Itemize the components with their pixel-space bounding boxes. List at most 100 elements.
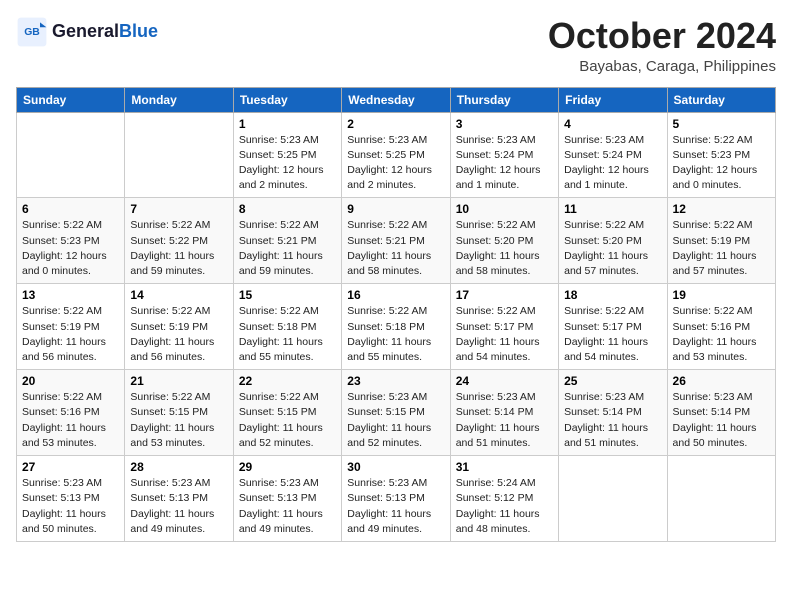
weekday-header: Wednesday (342, 87, 450, 112)
day-info: Sunrise: 5:22 AMSunset: 5:15 PMDaylight:… (130, 390, 227, 451)
day-number: 12 (673, 202, 770, 216)
day-info: Sunrise: 5:24 AMSunset: 5:12 PMDaylight:… (456, 476, 553, 537)
calendar-cell: 12 Sunrise: 5:22 AMSunset: 5:19 PMDayligh… (667, 198, 775, 284)
day-number: 28 (130, 460, 227, 474)
calendar-cell: 2 Sunrise: 5:23 AMSunset: 5:25 PMDaylight… (342, 112, 450, 198)
day-number: 14 (130, 288, 227, 302)
weekday-header: Friday (559, 87, 667, 112)
day-info: Sunrise: 5:23 AMSunset: 5:25 PMDaylight:… (239, 133, 336, 194)
day-number: 5 (673, 117, 770, 131)
day-info: Sunrise: 5:22 AMSunset: 5:17 PMDaylight:… (564, 304, 661, 365)
calendar-cell: 19 Sunrise: 5:22 AMSunset: 5:16 PMDayligh… (667, 284, 775, 370)
logo-icon: GB (16, 16, 48, 48)
calendar-cell: 9 Sunrise: 5:22 AMSunset: 5:21 PMDaylight… (342, 198, 450, 284)
logo: GB GeneralBlue (16, 16, 158, 48)
day-number: 23 (347, 374, 444, 388)
day-info: Sunrise: 5:22 AMSunset: 5:15 PMDaylight:… (239, 390, 336, 451)
calendar-week-row: 27 Sunrise: 5:23 AMSunset: 5:13 PMDayligh… (17, 456, 776, 542)
calendar-cell: 8 Sunrise: 5:22 AMSunset: 5:21 PMDaylight… (233, 198, 341, 284)
calendar-cell: 17 Sunrise: 5:22 AMSunset: 5:17 PMDayligh… (450, 284, 558, 370)
day-info: Sunrise: 5:23 AMSunset: 5:13 PMDaylight:… (130, 476, 227, 537)
day-info: Sunrise: 5:23 AMSunset: 5:13 PMDaylight:… (22, 476, 119, 537)
day-info: Sunrise: 5:22 AMSunset: 5:23 PMDaylight:… (673, 133, 770, 194)
logo-text: GeneralBlue (52, 22, 158, 42)
calendar-cell: 22 Sunrise: 5:22 AMSunset: 5:15 PMDayligh… (233, 370, 341, 456)
day-number: 13 (22, 288, 119, 302)
day-number: 2 (347, 117, 444, 131)
day-number: 1 (239, 117, 336, 131)
day-info: Sunrise: 5:22 AMSunset: 5:19 PMDaylight:… (22, 304, 119, 365)
calendar-cell: 5 Sunrise: 5:22 AMSunset: 5:23 PMDaylight… (667, 112, 775, 198)
calendar-cell: 21Sunrise: 5:22 AMSunset: 5:15 PMDayligh… (125, 370, 233, 456)
day-info: Sunrise: 5:22 AMSunset: 5:23 PMDaylight:… (22, 218, 119, 279)
day-number: 26 (673, 374, 770, 388)
calendar-cell: 28 Sunrise: 5:23 AMSunset: 5:13 PMDayligh… (125, 456, 233, 542)
calendar-cell (559, 456, 667, 542)
calendar-cell: 27 Sunrise: 5:23 AMSunset: 5:13 PMDayligh… (17, 456, 125, 542)
day-number: 15 (239, 288, 336, 302)
day-info: Sunrise: 5:23 AMSunset: 5:24 PMDaylight:… (564, 133, 661, 194)
location: Bayabas, Caraga, Philippines (548, 58, 776, 75)
calendar-cell: 13 Sunrise: 5:22 AMSunset: 5:19 PMDayligh… (17, 284, 125, 370)
day-number: 20 (22, 374, 119, 388)
day-info: Sunrise: 5:23 AMSunset: 5:24 PMDaylight:… (456, 133, 553, 194)
calendar-week-row: 1 Sunrise: 5:23 AMSunset: 5:25 PMDaylight… (17, 112, 776, 198)
calendar-cell: 7 Sunrise: 5:22 AMSunset: 5:22 PMDaylight… (125, 198, 233, 284)
day-number: 7 (130, 202, 227, 216)
day-number: 29 (239, 460, 336, 474)
calendar-cell (17, 112, 125, 198)
day-number: 16 (347, 288, 444, 302)
day-number: 22 (239, 374, 336, 388)
day-number: 18 (564, 288, 661, 302)
day-info: Sunrise: 5:22 AMSunset: 5:19 PMDaylight:… (673, 218, 770, 279)
day-number: 4 (564, 117, 661, 131)
calendar-week-row: 6Sunrise: 5:22 AMSunset: 5:23 PMDaylight… (17, 198, 776, 284)
weekday-header: Tuesday (233, 87, 341, 112)
calendar-cell: 29 Sunrise: 5:23 AMSunset: 5:13 PMDayligh… (233, 456, 341, 542)
weekday-header-row: SundayMondayTuesdayWednesdayThursdayFrid… (17, 87, 776, 112)
calendar-cell: 30Sunrise: 5:23 AMSunset: 5:13 PMDayligh… (342, 456, 450, 542)
weekday-header: Thursday (450, 87, 558, 112)
day-number: 31 (456, 460, 553, 474)
calendar-cell: 16Sunrise: 5:22 AMSunset: 5:18 PMDayligh… (342, 284, 450, 370)
calendar-cell: 26 Sunrise: 5:23 AMSunset: 5:14 PMDayligh… (667, 370, 775, 456)
day-number: 17 (456, 288, 553, 302)
calendar-cell (125, 112, 233, 198)
calendar-cell: 25Sunrise: 5:23 AMSunset: 5:14 PMDayligh… (559, 370, 667, 456)
calendar-cell (667, 456, 775, 542)
calendar-cell: 24Sunrise: 5:23 AMSunset: 5:14 PMDayligh… (450, 370, 558, 456)
day-info: Sunrise: 5:23 AMSunset: 5:14 PMDaylight:… (673, 390, 770, 451)
calendar-cell: 15 Sunrise: 5:22 AMSunset: 5:18 PMDayligh… (233, 284, 341, 370)
calendar-cell: 1 Sunrise: 5:23 AMSunset: 5:25 PMDaylight… (233, 112, 341, 198)
day-number: 19 (673, 288, 770, 302)
calendar-cell: 31 Sunrise: 5:24 AMSunset: 5:12 PMDayligh… (450, 456, 558, 542)
day-info: Sunrise: 5:22 AMSunset: 5:22 PMDaylight:… (130, 218, 227, 279)
calendar-cell: 6Sunrise: 5:22 AMSunset: 5:23 PMDaylight… (17, 198, 125, 284)
day-info: Sunrise: 5:22 AMSunset: 5:17 PMDaylight:… (456, 304, 553, 365)
day-number: 27 (22, 460, 119, 474)
weekday-header: Sunday (17, 87, 125, 112)
page-header: GB GeneralBlue October 2024 Bayabas, Car… (16, 16, 776, 75)
calendar-week-row: 13 Sunrise: 5:22 AMSunset: 5:19 PMDayligh… (17, 284, 776, 370)
calendar-cell: 10Sunrise: 5:22 AMSunset: 5:20 PMDayligh… (450, 198, 558, 284)
day-info: Sunrise: 5:23 AMSunset: 5:25 PMDaylight:… (347, 133, 444, 194)
calendar-cell: 4 Sunrise: 5:23 AMSunset: 5:24 PMDaylight… (559, 112, 667, 198)
day-info: Sunrise: 5:22 AMSunset: 5:19 PMDaylight:… (130, 304, 227, 365)
day-info: Sunrise: 5:22 AMSunset: 5:21 PMDaylight:… (347, 218, 444, 279)
day-info: Sunrise: 5:23 AMSunset: 5:13 PMDaylight:… (239, 476, 336, 537)
day-info: Sunrise: 5:22 AMSunset: 5:21 PMDaylight:… (239, 218, 336, 279)
calendar-cell: 3Sunrise: 5:23 AMSunset: 5:24 PMDaylight… (450, 112, 558, 198)
day-info: Sunrise: 5:22 AMSunset: 5:20 PMDaylight:… (564, 218, 661, 279)
calendar-cell: 18 Sunrise: 5:22 AMSunset: 5:17 PMDayligh… (559, 284, 667, 370)
svg-text:GB: GB (24, 27, 40, 38)
day-number: 9 (347, 202, 444, 216)
day-number: 8 (239, 202, 336, 216)
day-info: Sunrise: 5:22 AMSunset: 5:16 PMDaylight:… (673, 304, 770, 365)
calendar-table: SundayMondayTuesdayWednesdayThursdayFrid… (16, 87, 776, 542)
day-info: Sunrise: 5:22 AMSunset: 5:18 PMDaylight:… (239, 304, 336, 365)
day-number: 11 (564, 202, 661, 216)
weekday-header: Monday (125, 87, 233, 112)
day-info: Sunrise: 5:23 AMSunset: 5:14 PMDaylight:… (456, 390, 553, 451)
day-info: Sunrise: 5:23 AMSunset: 5:15 PMDaylight:… (347, 390, 444, 451)
day-info: Sunrise: 5:22 AMSunset: 5:20 PMDaylight:… (456, 218, 553, 279)
